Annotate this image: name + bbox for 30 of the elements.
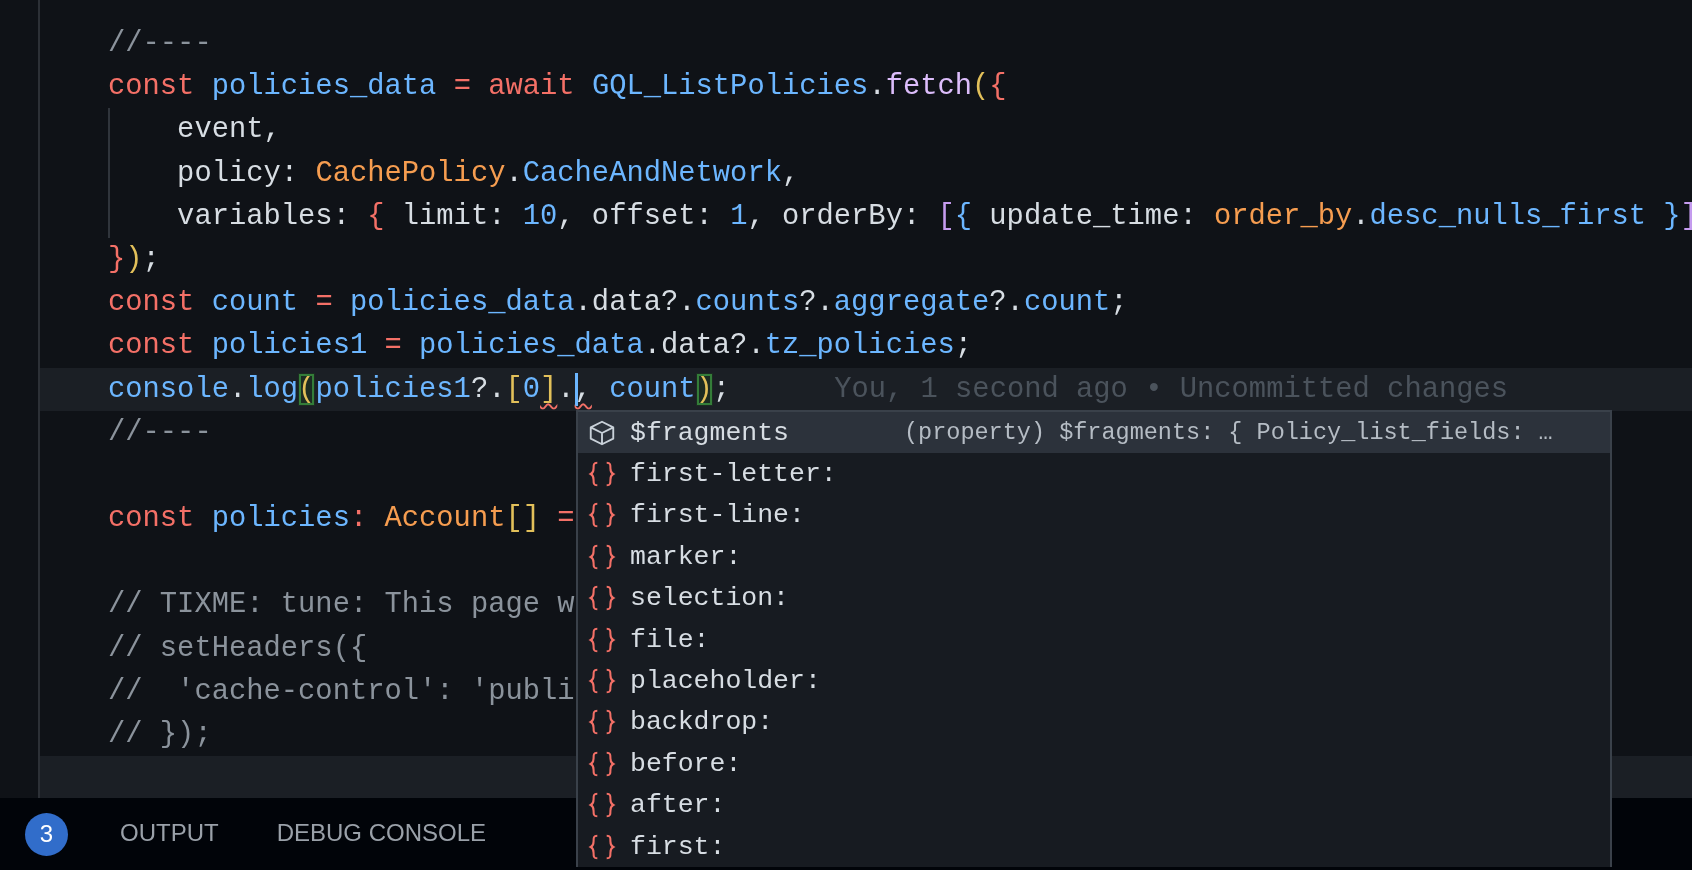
code-line: // TIXME: tune: This page w [108,587,575,624]
panel-tab[interactable]: DEBUG CONSOLE [276,811,487,857]
panel-tab[interactable]: OUTPUT [120,811,219,857]
code-line: const policies: Account[] = [108,501,575,538]
code-line: //---- [108,26,212,62]
suggestion-item[interactable]: $fragments (property) $fragments: { Policy_list_fields: … [578,412,1610,454]
code-line: //---- [108,414,212,451]
code-line: variables: { limit: 10, offset: 1, orderBy: [{ update_time: order_by.desc_nulls_first }] [176,198,1692,235]
suggestion-detail: (property) $fragments: { Policy_list_fields: … [904,419,1553,447]
code-line: policy: CachePolicy.CacheAndNetwork, [176,155,800,192]
code-line: console.log(policies1?.[0]., count); [108,371,731,408]
code-line: // setHeaders({ [108,630,368,667]
code-line: const policies_data = await GQL_ListPolicies.fetch({ [108,69,1007,106]
code-line: // }); [108,717,212,753]
suggestion-item[interactable]: before: [578,743,1610,785]
code-line: // 'cache-control': 'publi [108,673,575,710]
suggestion-item[interactable]: marker: [578,536,1610,578]
suggestion-item[interactable]: selection: [578,577,1610,619]
suggestion-item[interactable]: backdrop: [578,701,1610,744]
suggestion-item[interactable]: first: [578,825,1610,868]
count-badge: 3 [25,812,68,856]
suggestion-item[interactable]: first-line: [578,494,1610,537]
code-line: }); [108,241,160,278]
suggestion-item[interactable]: after: [578,784,1610,826]
suggestion-item[interactable]: file: [578,618,1610,661]
code-line: event, [176,112,281,149]
code-line: const count = policies_data.data?.counts?.aggregate?.count; [108,285,1128,322]
code-line: const policies1 = policies_data.data?.tz_policies; [108,328,973,365]
suggestion-item[interactable]: first-letter: [578,453,1610,495]
suggestion-item[interactable]: placeholder: [578,660,1610,702]
